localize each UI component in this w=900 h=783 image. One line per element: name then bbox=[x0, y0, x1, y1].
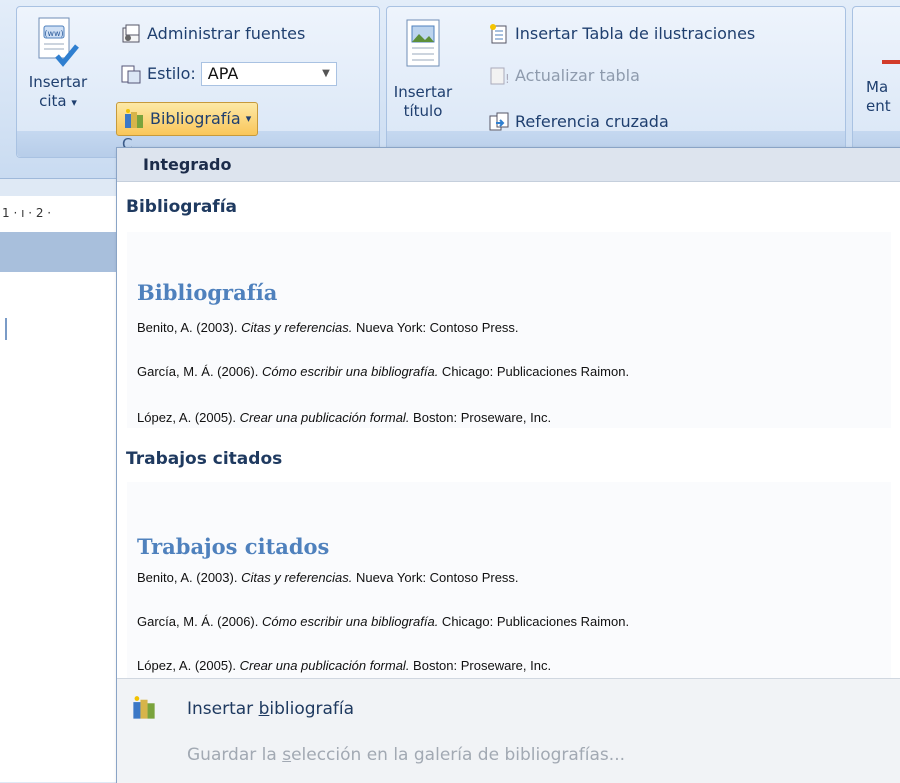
preview-entry: Benito, A. (2003). Citas y referencias. … bbox=[137, 570, 519, 585]
bibliography-icon bbox=[123, 108, 145, 130]
preview-title: Trabajos citados bbox=[137, 534, 330, 559]
dropdown-arrow-icon: ▾ bbox=[71, 96, 77, 109]
insert-caption-icon bbox=[406, 19, 440, 67]
style-select[interactable]: APA ▼ bbox=[200, 62, 337, 86]
ruler: 1 · ı · 2 · bbox=[0, 196, 120, 232]
update-table-button[interactable]: ! Actualizar tabla bbox=[488, 62, 640, 90]
manage-sources-button[interactable]: Administrar fuentes bbox=[120, 20, 305, 48]
menu-header: Integrado bbox=[117, 148, 900, 182]
bibliography-menu: Integrado Bibliografía Bibliografía Beni… bbox=[116, 147, 900, 783]
bibliography-icon bbox=[131, 695, 157, 725]
preview-entry: García, M. Á. (2006). Cómo escribir una … bbox=[137, 614, 630, 629]
gallery-item-bibliography[interactable]: Bibliografía Benito, A. (2003). Citas y … bbox=[127, 232, 891, 428]
preview-entry: Benito, A. (2003). Citas y referencias. … bbox=[137, 320, 519, 335]
preview-title: Bibliografía bbox=[137, 280, 278, 305]
preview-entry: López, A. (2005). Crear una publicación … bbox=[137, 410, 552, 425]
cross-reference-icon bbox=[488, 111, 510, 133]
menu-footer: Insertar bibliografía Guardar la selecci… bbox=[117, 678, 900, 783]
update-table-icon: ! bbox=[488, 65, 510, 87]
chevron-down-icon: ▼ bbox=[322, 68, 330, 79]
preview-entry: García, M. Á. (2006). Cómo escribir una … bbox=[137, 364, 630, 379]
gallery-item-works-cited[interactable]: Trabajos citados Benito, A. (2003). Cita… bbox=[127, 482, 891, 678]
insert-citation-button[interactable]: (ww) Insertar cita ▾ bbox=[28, 16, 88, 112]
gallery-item-label: Trabajos citados bbox=[126, 449, 283, 469]
insert-caption-button[interactable]: Insertar título bbox=[392, 16, 454, 121]
preview-entry: López, A. (2005). Crear una publicación … bbox=[137, 658, 552, 673]
document-page bbox=[0, 272, 120, 782]
svg-text:!: ! bbox=[505, 72, 510, 86]
bibliography-button[interactable]: Bibliografía ▾ bbox=[116, 102, 259, 136]
mark-entry-icon bbox=[866, 16, 900, 78]
cross-reference-button[interactable]: Referencia cruzada bbox=[488, 108, 669, 136]
insert-bibliography-menu-item[interactable]: Insertar bibliografía bbox=[117, 695, 900, 735]
mark-entry-button[interactable]: Ma ent bbox=[866, 16, 900, 116]
save-selection-menu-item[interactable]: Guardar la selección en la galería de bi… bbox=[117, 737, 900, 777]
document-margin bbox=[0, 232, 120, 272]
style-row: Estilo: APA ▼ bbox=[120, 60, 337, 88]
style-icon bbox=[120, 63, 142, 85]
svg-text:(ww): (ww) bbox=[44, 29, 63, 38]
insert-citation-icon: (ww) bbox=[38, 17, 79, 67]
manage-sources-icon bbox=[120, 23, 142, 45]
dropdown-arrow-icon: ▾ bbox=[245, 112, 252, 125]
table-of-figures-icon bbox=[488, 23, 510, 45]
gallery-item-label: Bibliografía bbox=[126, 197, 238, 217]
insert-table-of-figures-button[interactable]: Insertar Tabla de ilustraciones bbox=[488, 20, 755, 48]
